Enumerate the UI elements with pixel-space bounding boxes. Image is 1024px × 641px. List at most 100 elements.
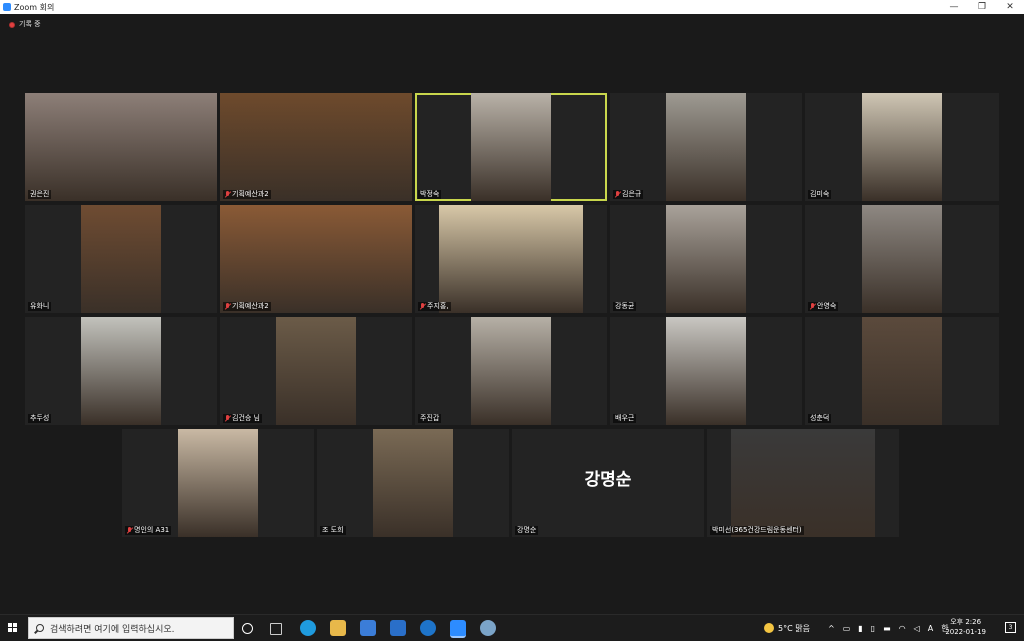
participant-name: 김은규 [622, 190, 642, 198]
muted-mic-icon [420, 303, 425, 310]
mail-icon[interactable] [390, 620, 406, 636]
window-title: Zoom 회의 [14, 2, 55, 12]
close-button[interactable]: ✕ [996, 0, 1024, 14]
participant-tile[interactable]: 기획예산과2 [220, 93, 412, 201]
participant-video [81, 317, 161, 425]
participant-nameplate: 명인의 A31 [125, 526, 172, 535]
participant-nameplate: 안영숙 [808, 302, 839, 311]
participant-name: 기획예산과2 [232, 190, 269, 198]
weather-widget[interactable]: 5°C 맑음 [764, 615, 810, 641]
participant-tile[interactable]: 추두성 [25, 317, 217, 425]
zoom-taskbar-icon[interactable] [450, 620, 466, 638]
participant-nameplate: 조 도희 [320, 526, 346, 535]
taskbar-search-box[interactable]: 검색하려면 여기에 입력하십시오. [28, 617, 234, 639]
participant-nameplate: 김미숙 [808, 190, 832, 199]
notification-center-icon[interactable]: 3 [1005, 622, 1016, 633]
window-titlebar: Zoom 회의 — ❐ ✕ [0, 0, 1024, 14]
participant-tile[interactable]: 주진갑 [415, 317, 607, 425]
participant-big-name: 강명순 [584, 470, 632, 490]
muted-mic-icon [225, 191, 230, 198]
app-taskbar-icon[interactable] [480, 620, 496, 636]
file-explorer-icon[interactable] [330, 620, 346, 636]
participant-tile-active-speaker[interactable]: 박정숙 [415, 93, 607, 201]
participant-nameplate: 박정숙 [418, 190, 442, 199]
volume-icon[interactable]: ◁ [914, 624, 920, 633]
usb-icon[interactable]: ▯ [871, 624, 875, 633]
task-view-icon[interactable] [270, 623, 282, 635]
participant-nameplate: 유화니 [28, 302, 52, 311]
participant-video [471, 93, 551, 201]
participant-video [220, 205, 412, 313]
participant-tile[interactable]: 배우근 [610, 317, 802, 425]
clock-date: 2022-01-19 [945, 628, 986, 636]
participant-name: 강명순 [517, 526, 537, 534]
participant-name: 유화니 [30, 302, 50, 310]
participant-nameplate: 기획예산과2 [223, 302, 271, 311]
participant-tile[interactable]: 김은규 [610, 93, 802, 201]
participant-name: 주진갑 [420, 414, 440, 422]
participant-name: 권은진 [30, 190, 50, 198]
participant-video [666, 205, 746, 313]
participant-video [862, 317, 942, 425]
participant-tile[interactable]: 조 도희 [317, 429, 509, 537]
participant-tile[interactable]: 김미숙 [805, 93, 999, 201]
participant-tile[interactable]: 주지홍, [415, 205, 607, 313]
language-indicator[interactable]: A [928, 624, 933, 633]
participant-video [731, 429, 875, 537]
recording-icon[interactable] [9, 22, 15, 28]
participant-name: 박정숙 [420, 190, 440, 198]
participant-video [81, 205, 161, 313]
internet-explorer-icon[interactable] [420, 620, 436, 636]
edge-browser-icon[interactable] [300, 620, 316, 636]
recording-label: 기록 중 [19, 20, 41, 28]
participant-name: 기획예산과2 [232, 302, 269, 310]
muted-mic-icon [225, 415, 230, 422]
participant-video [471, 317, 551, 425]
participant-video [373, 429, 453, 537]
participant-nameplate: 주진갑 [418, 414, 442, 423]
participant-name: 조 도희 [322, 526, 344, 534]
participant-tile[interactable]: 기획예산과2 [220, 205, 412, 313]
participant-video [862, 205, 942, 313]
network-icon[interactable]: ▭ [843, 624, 851, 633]
cortana-icon[interactable] [242, 623, 253, 634]
participant-tile[interactable]: 안영숙 [805, 205, 999, 313]
participant-tile[interactable]: 박미선(365건강드림운동센터) [707, 429, 899, 537]
participant-nameplate: 배우근 [613, 414, 637, 423]
participant-nameplate: 주지홍, [418, 302, 451, 311]
participant-tile[interactable]: 성춘덕 [805, 317, 999, 425]
participant-nameplate: 기획예산과2 [223, 190, 271, 199]
participant-name: 성춘덕 [810, 414, 830, 422]
participant-nameplate: 추두성 [28, 414, 52, 423]
wifi-icon[interactable]: ◠ [899, 624, 906, 633]
recording-bar: 기록 중 [0, 14, 1024, 36]
minimize-button[interactable]: — [940, 0, 968, 14]
battery-icon[interactable]: ▬ [883, 624, 891, 633]
taskbar-clock[interactable]: 오후 2:26 2022-01-19 [945, 617, 986, 637]
sun-icon [764, 623, 774, 633]
participant-tile[interactable]: 권은진 [25, 93, 217, 201]
muted-mic-icon [810, 303, 815, 310]
microphone-icon[interactable]: ▮ [858, 624, 862, 633]
chevron-up-icon[interactable]: ^ [828, 624, 835, 633]
windows-start-icon[interactable] [8, 623, 18, 633]
restore-button[interactable]: ❐ [968, 0, 996, 14]
participant-tile-video-off[interactable]: 강명순 강명순 [512, 429, 704, 537]
participant-name: 김건승 님 [232, 414, 260, 422]
participant-nameplate: 강동균 [613, 302, 637, 311]
store-icon[interactable] [360, 620, 376, 636]
participant-nameplate: 권은진 [28, 190, 52, 199]
participant-video [276, 317, 356, 425]
muted-mic-icon [615, 191, 620, 198]
participant-video [666, 317, 746, 425]
participant-tile[interactable]: 명인의 A31 [122, 429, 314, 537]
participant-video [862, 93, 942, 201]
participant-tile[interactable]: 유화니 [25, 205, 217, 313]
weather-text: 5°C 맑음 [778, 623, 810, 633]
participant-tile[interactable]: 김건승 님 [220, 317, 412, 425]
clock-time: 오후 2:26 [950, 618, 982, 626]
participant-tile[interactable]: 강동균 [610, 205, 802, 313]
participant-name: 김미숙 [810, 190, 830, 198]
participant-video [25, 93, 217, 201]
participant-nameplate: 김건승 님 [223, 414, 262, 423]
